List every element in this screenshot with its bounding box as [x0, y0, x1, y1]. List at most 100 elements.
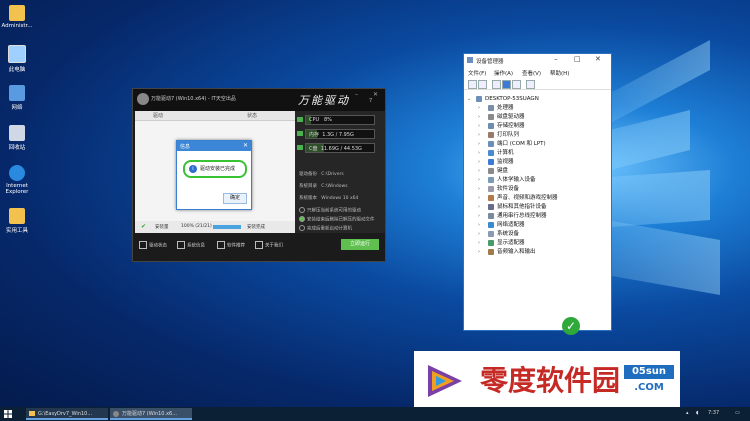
close-icon[interactable]: ✕ [243, 142, 248, 149]
menu-help[interactable]: 帮助(H) [550, 69, 569, 77]
port-icon [488, 140, 494, 147]
menu-view[interactable]: 查看(V) [522, 69, 541, 77]
driver-window-titlebar[interactable]: 万能驱动7 (Win10.x64) - IT天空出品 万能驱动 7 – ✕ [133, 89, 385, 111]
chevron-right-icon[interactable]: › [478, 140, 480, 149]
device-category[interactable]: › 鼠标和其他指针设备 [478, 203, 547, 212]
device-category[interactable]: › 打印队列 [478, 131, 519, 140]
device-category[interactable]: › 计算机 [478, 149, 514, 158]
chevron-right-icon[interactable]: › [478, 131, 480, 140]
software-recommend-button[interactable]: 软件推荐 [217, 241, 245, 249]
bottom-toolbar: 驱动状态 系统信息 软件推荐 关于我们 [135, 235, 335, 259]
device-category[interactable]: › 音频输入和输出 [478, 248, 536, 257]
device-manager-menubar: 文件(F) 操作(A) 查看(V) 帮助(H) [464, 67, 611, 78]
option-restart[interactable]: 完成后重新启动计算机 [299, 225, 352, 232]
taskbar-item-explorer[interactable]: G:\EasyDrv7_Win10... [26, 408, 108, 420]
chevron-right-icon[interactable]: › [478, 149, 480, 158]
option-delete-extracted[interactable]: 安装结束后删除已解压的驱动文件 [299, 216, 375, 223]
device-category[interactable]: › 监视器 [478, 158, 514, 167]
desktop-icon-internet-explorer[interactable]: Internet Explorer [0, 165, 34, 195]
chevron-down-icon[interactable]: ⌄ [467, 95, 471, 104]
driver-window-title: 万能驱动7 (Win10.x64) - IT天空出品 [151, 96, 236, 102]
column-status[interactable]: 状态 [247, 112, 257, 119]
device-category-label: 计算机 [497, 150, 514, 156]
scan-hardware-icon[interactable] [526, 80, 535, 89]
close-icon[interactable]: ✕ [373, 91, 378, 98]
chevron-right-icon[interactable]: › [478, 158, 480, 167]
device-category[interactable]: › 端口 (COM 和 LPT) [478, 140, 546, 149]
desktop-icon-administrator[interactable]: Administr... [0, 5, 34, 29]
taskbar: G:\EasyDrv7_Win10... 万能驱动7 (Win10.x6... … [0, 407, 750, 421]
device-manager-window: 设备管理器 – □ ✕ 文件(F) 操作(A) 查看(V) 帮助(H) ⌄ DES… [463, 53, 612, 335]
folder-icon [29, 411, 35, 416]
dialog-message-box: i 驱动安装已完成 [183, 160, 247, 178]
system-info-button[interactable]: 系统信息 [177, 241, 205, 249]
tray-volume-icon[interactable]: ◖ [696, 410, 699, 416]
tray-network-icon[interactable]: ▴ [686, 410, 689, 416]
device-category-label: 监视器 [497, 159, 514, 165]
device-category[interactable]: › 网络适配器 [478, 221, 525, 230]
device-category[interactable]: › 键盘 [478, 167, 508, 176]
chevron-right-icon[interactable]: › [478, 230, 480, 239]
info-sysdir-value: C:\Windows [321, 184, 348, 189]
column-driver[interactable]: 驱动 [153, 112, 163, 119]
desktop-icon-utilities[interactable]: 实用工具 [0, 208, 34, 234]
menu-file[interactable]: 文件(F) [468, 69, 486, 77]
driver-status-button[interactable]: 驱动状态 [139, 241, 167, 249]
windows-start-icon[interactable] [4, 410, 12, 418]
chevron-right-icon[interactable]: › [478, 185, 480, 194]
usb-icon [488, 212, 494, 219]
info-backup-value[interactable]: C:\Drivers [321, 172, 343, 177]
chevron-right-icon[interactable]: › [478, 167, 480, 176]
close-icon[interactable]: ✕ [595, 55, 601, 63]
device-manager-titlebar[interactable]: 设备管理器 – □ ✕ [464, 54, 611, 67]
device-category[interactable]: › 人体学输入设备 [478, 176, 536, 185]
desktop-icon-network[interactable]: 网络 [0, 85, 34, 111]
device-category[interactable]: › 显示适配器 [478, 239, 525, 248]
chevron-right-icon[interactable]: › [478, 203, 480, 212]
system-device-icon [488, 230, 494, 237]
chevron-right-icon[interactable]: › [478, 113, 480, 122]
device-category[interactable]: › 通用串行总线控制器 [478, 212, 547, 221]
update-icon[interactable] [512, 80, 521, 89]
notification-icon[interactable]: ▭ [735, 410, 740, 416]
device-manager-icon [467, 57, 473, 63]
menu-action[interactable]: 操作(A) [494, 69, 513, 77]
desktop-icon-recycle-bin[interactable]: 回收站 [0, 125, 34, 151]
chevron-right-icon[interactable]: › [478, 248, 480, 257]
back-icon[interactable] [468, 80, 477, 89]
chevron-right-icon[interactable]: › [478, 104, 480, 113]
desktop-icon-label: Administr... [1, 23, 33, 29]
device-category[interactable]: › 声音、视频和游戏控制器 [478, 194, 558, 203]
chevron-right-icon[interactable]: › [478, 176, 480, 185]
device-category[interactable]: › 系统设备 [478, 230, 519, 239]
chevron-right-icon[interactable]: › [478, 239, 480, 248]
forward-icon[interactable] [478, 80, 487, 89]
properties-icon[interactable] [492, 80, 501, 89]
device-category[interactable]: › 存储控制器 [478, 122, 525, 131]
device-category[interactable]: › 软件设备 [478, 185, 519, 194]
dialog-ok-button[interactable]: 确定 [223, 193, 247, 204]
chevron-right-icon[interactable]: › [478, 221, 480, 230]
minimize-icon[interactable]: – [355, 91, 358, 98]
driver-brand-logo: 万能驱动 [298, 94, 350, 107]
chevron-right-icon[interactable]: › [478, 122, 480, 131]
chevron-right-icon[interactable]: › [478, 194, 480, 203]
audio-io-icon [488, 248, 494, 255]
run-now-button[interactable]: 立即运行 [341, 239, 379, 250]
clock[interactable]: 7:37 [708, 410, 719, 416]
info-dialog: 信息 ✕ i 驱动安装已完成 确定 [176, 140, 252, 210]
minimize-icon[interactable]: – [554, 55, 558, 63]
device-category[interactable]: › 磁盘驱动器 [478, 113, 525, 122]
taskbar-item-driver[interactable]: 万能驱动7 (Win10.x6... [110, 408, 192, 420]
checkbox-checked-icon [299, 216, 305, 222]
chevron-right-icon[interactable]: › [478, 212, 480, 221]
desktop-icon-this-pc[interactable]: 此电脑 [0, 45, 34, 73]
device-tree-root[interactable]: ⌄ DESKTOP-53SUAGN [467, 95, 539, 104]
about-us-button[interactable]: 关于我们 [255, 241, 283, 249]
folder-icon [9, 208, 25, 224]
help-icon[interactable] [502, 80, 511, 89]
device-category[interactable]: › 处理器 [478, 104, 514, 113]
dialog-titlebar[interactable]: 信息 ✕ [177, 141, 251, 151]
maximize-icon[interactable]: □ [574, 55, 581, 63]
option-extract-only[interactable]: 只解压当前系统可用的驱动 [299, 207, 361, 214]
